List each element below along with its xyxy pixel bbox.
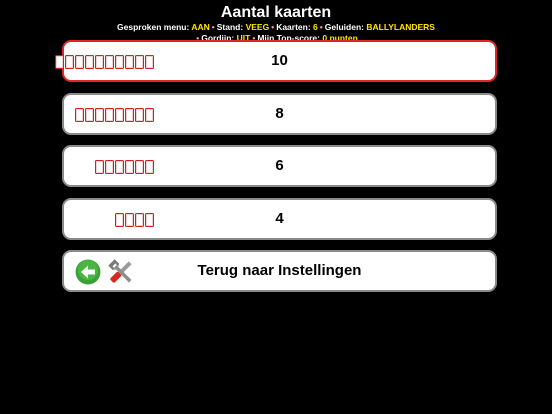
stand-label: Stand: bbox=[216, 22, 244, 32]
kaarten-label: Kaarten: bbox=[276, 22, 311, 32]
option-10-cards[interactable]: 10 bbox=[55, 40, 497, 82]
option-value: 6 bbox=[275, 157, 284, 174]
geluiden-label: Geluiden: bbox=[324, 22, 364, 32]
separator-dot: • bbox=[211, 22, 215, 32]
back-button-label: Terug naar Instellingen bbox=[197, 262, 362, 279]
menu-value: AAN bbox=[191, 22, 210, 32]
status-line-1: Gesproken menu: AAN • Stand: VEEG • Kaarten:… bbox=[0, 22, 552, 33]
header: Aantal kaarten Gesproken menu: AAN • Stand… bbox=[0, 0, 552, 44]
card-icon bbox=[55, 55, 64, 69]
option-6-cards[interactable]: 6 bbox=[62, 145, 497, 187]
option-4-cards[interactable]: 4 bbox=[62, 198, 497, 240]
menu-label: Gesproken menu: bbox=[117, 22, 190, 32]
option-value: 10 bbox=[271, 52, 288, 69]
geluiden-value: BALLYLANDERS bbox=[366, 22, 435, 32]
option-value: 4 bbox=[275, 210, 284, 227]
page-title: Aantal kaarten bbox=[220, 4, 332, 21]
separator-dot: • bbox=[319, 22, 323, 32]
stand-value: VEEG bbox=[245, 22, 270, 32]
option-value: 8 bbox=[275, 105, 284, 122]
back-to-settings-button[interactable]: Terug naar Instellingen bbox=[62, 250, 497, 292]
option-8-cards[interactable]: 8 bbox=[62, 93, 497, 135]
